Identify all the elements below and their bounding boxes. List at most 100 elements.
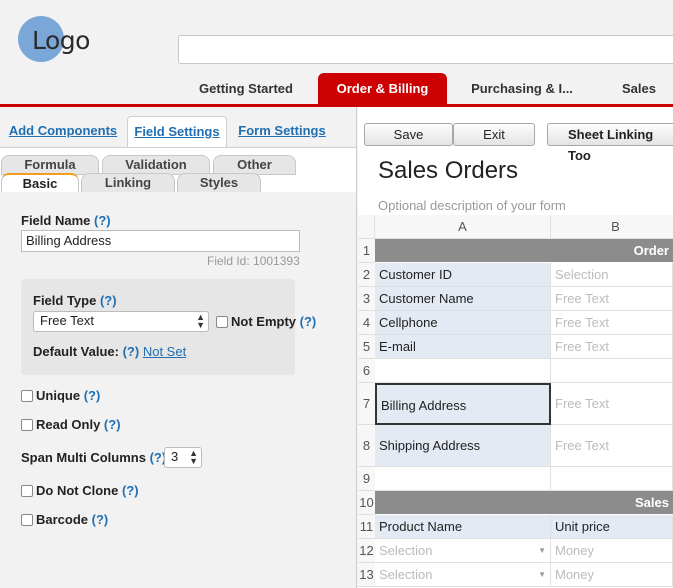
field-name-label: Field Name (?) bbox=[21, 213, 111, 228]
cell-a[interactable] bbox=[375, 467, 551, 491]
ptab-formula[interactable]: Formula bbox=[1, 155, 99, 175]
not-empty-checkbox[interactable] bbox=[216, 316, 228, 328]
read-only-checkbox[interactable] bbox=[21, 419, 33, 431]
cell-b[interactable] bbox=[551, 359, 673, 383]
default-value-help-icon[interactable]: (?) bbox=[123, 344, 140, 359]
cell-b[interactable]: Free Text bbox=[551, 335, 673, 359]
sheet-linking-tool-button[interactable]: Sheet Linking Too bbox=[547, 123, 673, 163]
unique-label: Unique (?) bbox=[36, 388, 100, 403]
cell-a[interactable]: Cellphone bbox=[375, 311, 551, 335]
do-not-clone-checkbox[interactable] bbox=[21, 485, 33, 497]
ptab-linking[interactable]: Linking bbox=[81, 173, 175, 193]
row-number: 4 bbox=[358, 311, 375, 335]
column-header-a[interactable]: A bbox=[375, 215, 551, 239]
row-number: 2 bbox=[358, 263, 375, 287]
barcode-label: Barcode (?) bbox=[36, 512, 108, 527]
row-number: 11 bbox=[358, 515, 375, 539]
ptab-other[interactable]: Other bbox=[213, 155, 296, 175]
row-number: 12 bbox=[358, 539, 375, 563]
default-value-link[interactable]: Not Set bbox=[143, 344, 186, 359]
dropdown-arrow-icon[interactable]: ▼ bbox=[538, 563, 546, 586]
span-text: Span Multi Columns bbox=[21, 450, 146, 465]
span-value: 3 bbox=[171, 449, 179, 464]
field-type-label: Field Type (?) bbox=[33, 293, 117, 308]
row-number: 9 bbox=[358, 467, 375, 491]
unique-checkbox[interactable] bbox=[21, 390, 33, 402]
form-title[interactable]: Sales Orders bbox=[378, 157, 518, 185]
save-button[interactable]: Save bbox=[364, 123, 453, 146]
row-number: 3 bbox=[358, 287, 375, 311]
cell-a[interactable]: E-mail bbox=[375, 335, 551, 359]
tab-order-billing[interactable]: Order & Billing bbox=[318, 73, 447, 105]
span-columns-select[interactable]: 3 ▲ ▼ bbox=[164, 447, 202, 468]
field-type-select[interactable]: Free Text ▲ ▼ bbox=[33, 311, 209, 332]
do-not-clone-label: Do Not Clone (?) bbox=[36, 483, 139, 498]
cell-b[interactable]: Free Text bbox=[551, 425, 673, 467]
section-header[interactable]: Sales bbox=[375, 491, 673, 514]
cell-a[interactable] bbox=[375, 359, 551, 383]
corner-header bbox=[358, 215, 375, 239]
row-number: 13 bbox=[358, 563, 375, 587]
do-not-clone-help-icon[interactable]: (?) bbox=[122, 483, 139, 498]
form-description[interactable]: Optional description of your form bbox=[378, 198, 566, 213]
logo[interactable]: Logo bbox=[32, 26, 90, 55]
cell-a[interactable]: Customer Name bbox=[375, 287, 551, 311]
row-number: 6 bbox=[358, 359, 375, 383]
field-id: Field Id: 1001393 bbox=[207, 254, 300, 268]
cell-b[interactable]: Selection bbox=[551, 263, 673, 287]
exit-button[interactable]: Exit bbox=[453, 123, 535, 146]
unique-text: Unique bbox=[36, 388, 81, 403]
cell-b[interactable]: Free Text bbox=[551, 311, 673, 335]
field-type-value: Free Text bbox=[40, 313, 94, 328]
ptab-validation[interactable]: Validation bbox=[102, 155, 210, 175]
select-arrows-icon: ▲ ▼ bbox=[189, 448, 198, 466]
not-empty-text: Not Empty bbox=[231, 314, 296, 329]
column-header-b[interactable]: B bbox=[551, 215, 673, 239]
cell-b[interactable]: Free Text bbox=[551, 287, 673, 311]
tab-purchasing[interactable]: Purchasing & I... bbox=[462, 73, 582, 105]
barcode-text: Barcode bbox=[36, 512, 89, 527]
row-number: 10 bbox=[358, 491, 375, 515]
ptab-styles[interactable]: Styles bbox=[177, 173, 261, 193]
row-number: 8 bbox=[358, 425, 375, 467]
row-number: 5 bbox=[358, 335, 375, 359]
read-only-label: Read Only (?) bbox=[36, 417, 121, 432]
not-empty-label: Not Empty (?) bbox=[231, 314, 316, 329]
form-editor: Save Exit Sheet Linking Too Sales Orders… bbox=[358, 107, 673, 588]
row-number: 7 bbox=[358, 383, 375, 425]
cell-a[interactable]: Customer ID bbox=[375, 263, 551, 287]
read-only-text: Read Only bbox=[36, 417, 101, 432]
ptab-basic[interactable]: Basic bbox=[1, 173, 79, 193]
barcode-checkbox[interactable] bbox=[21, 514, 33, 526]
row-number: 1 bbox=[358, 239, 375, 263]
field-type-help-icon[interactable]: (?) bbox=[100, 293, 117, 308]
cell-a[interactable]: Selection ▼ bbox=[375, 539, 551, 563]
default-value-text: Default Value: bbox=[33, 344, 119, 359]
select-arrows-icon: ▲ ▼ bbox=[196, 312, 205, 330]
tab-getting-started[interactable]: Getting Started bbox=[186, 73, 306, 105]
not-empty-help-icon[interactable]: (?) bbox=[300, 314, 317, 329]
cell-a[interactable]: Selection ▼ bbox=[375, 563, 551, 587]
app-header: Logo Getting Started Order & Billing Pur… bbox=[0, 0, 673, 108]
selected-cell[interactable]: Billing Address bbox=[375, 383, 551, 425]
span-multi-columns-label: Span Multi Columns (?) bbox=[21, 450, 166, 465]
section-header[interactable]: Order bbox=[375, 239, 673, 262]
cell-a[interactable]: Product Name bbox=[375, 515, 551, 539]
tab-sales[interactable]: Sales bbox=[610, 73, 668, 105]
read-only-help-icon[interactable]: (?) bbox=[104, 417, 121, 432]
field-name-text: Field Name bbox=[21, 213, 91, 228]
cell-b[interactable]: Money bbox=[551, 563, 673, 587]
barcode-help-icon[interactable]: (?) bbox=[92, 512, 109, 527]
default-value-label: Default Value: (?) Not Set bbox=[33, 344, 186, 359]
top-search-input[interactable] bbox=[178, 35, 673, 64]
cell-b[interactable]: Free Text bbox=[551, 383, 673, 425]
do-not-clone-text: Do Not Clone bbox=[36, 483, 119, 498]
cell-b[interactable]: Unit price bbox=[551, 515, 673, 539]
cell-b[interactable] bbox=[551, 467, 673, 491]
cell-a[interactable]: Shipping Address bbox=[375, 425, 551, 467]
field-name-input[interactable]: Billing Address bbox=[21, 230, 300, 252]
dropdown-arrow-icon[interactable]: ▼ bbox=[538, 539, 546, 562]
field-name-help-icon[interactable]: (?) bbox=[94, 213, 111, 228]
unique-help-icon[interactable]: (?) bbox=[84, 388, 101, 403]
cell-b[interactable]: Money bbox=[551, 539, 673, 563]
